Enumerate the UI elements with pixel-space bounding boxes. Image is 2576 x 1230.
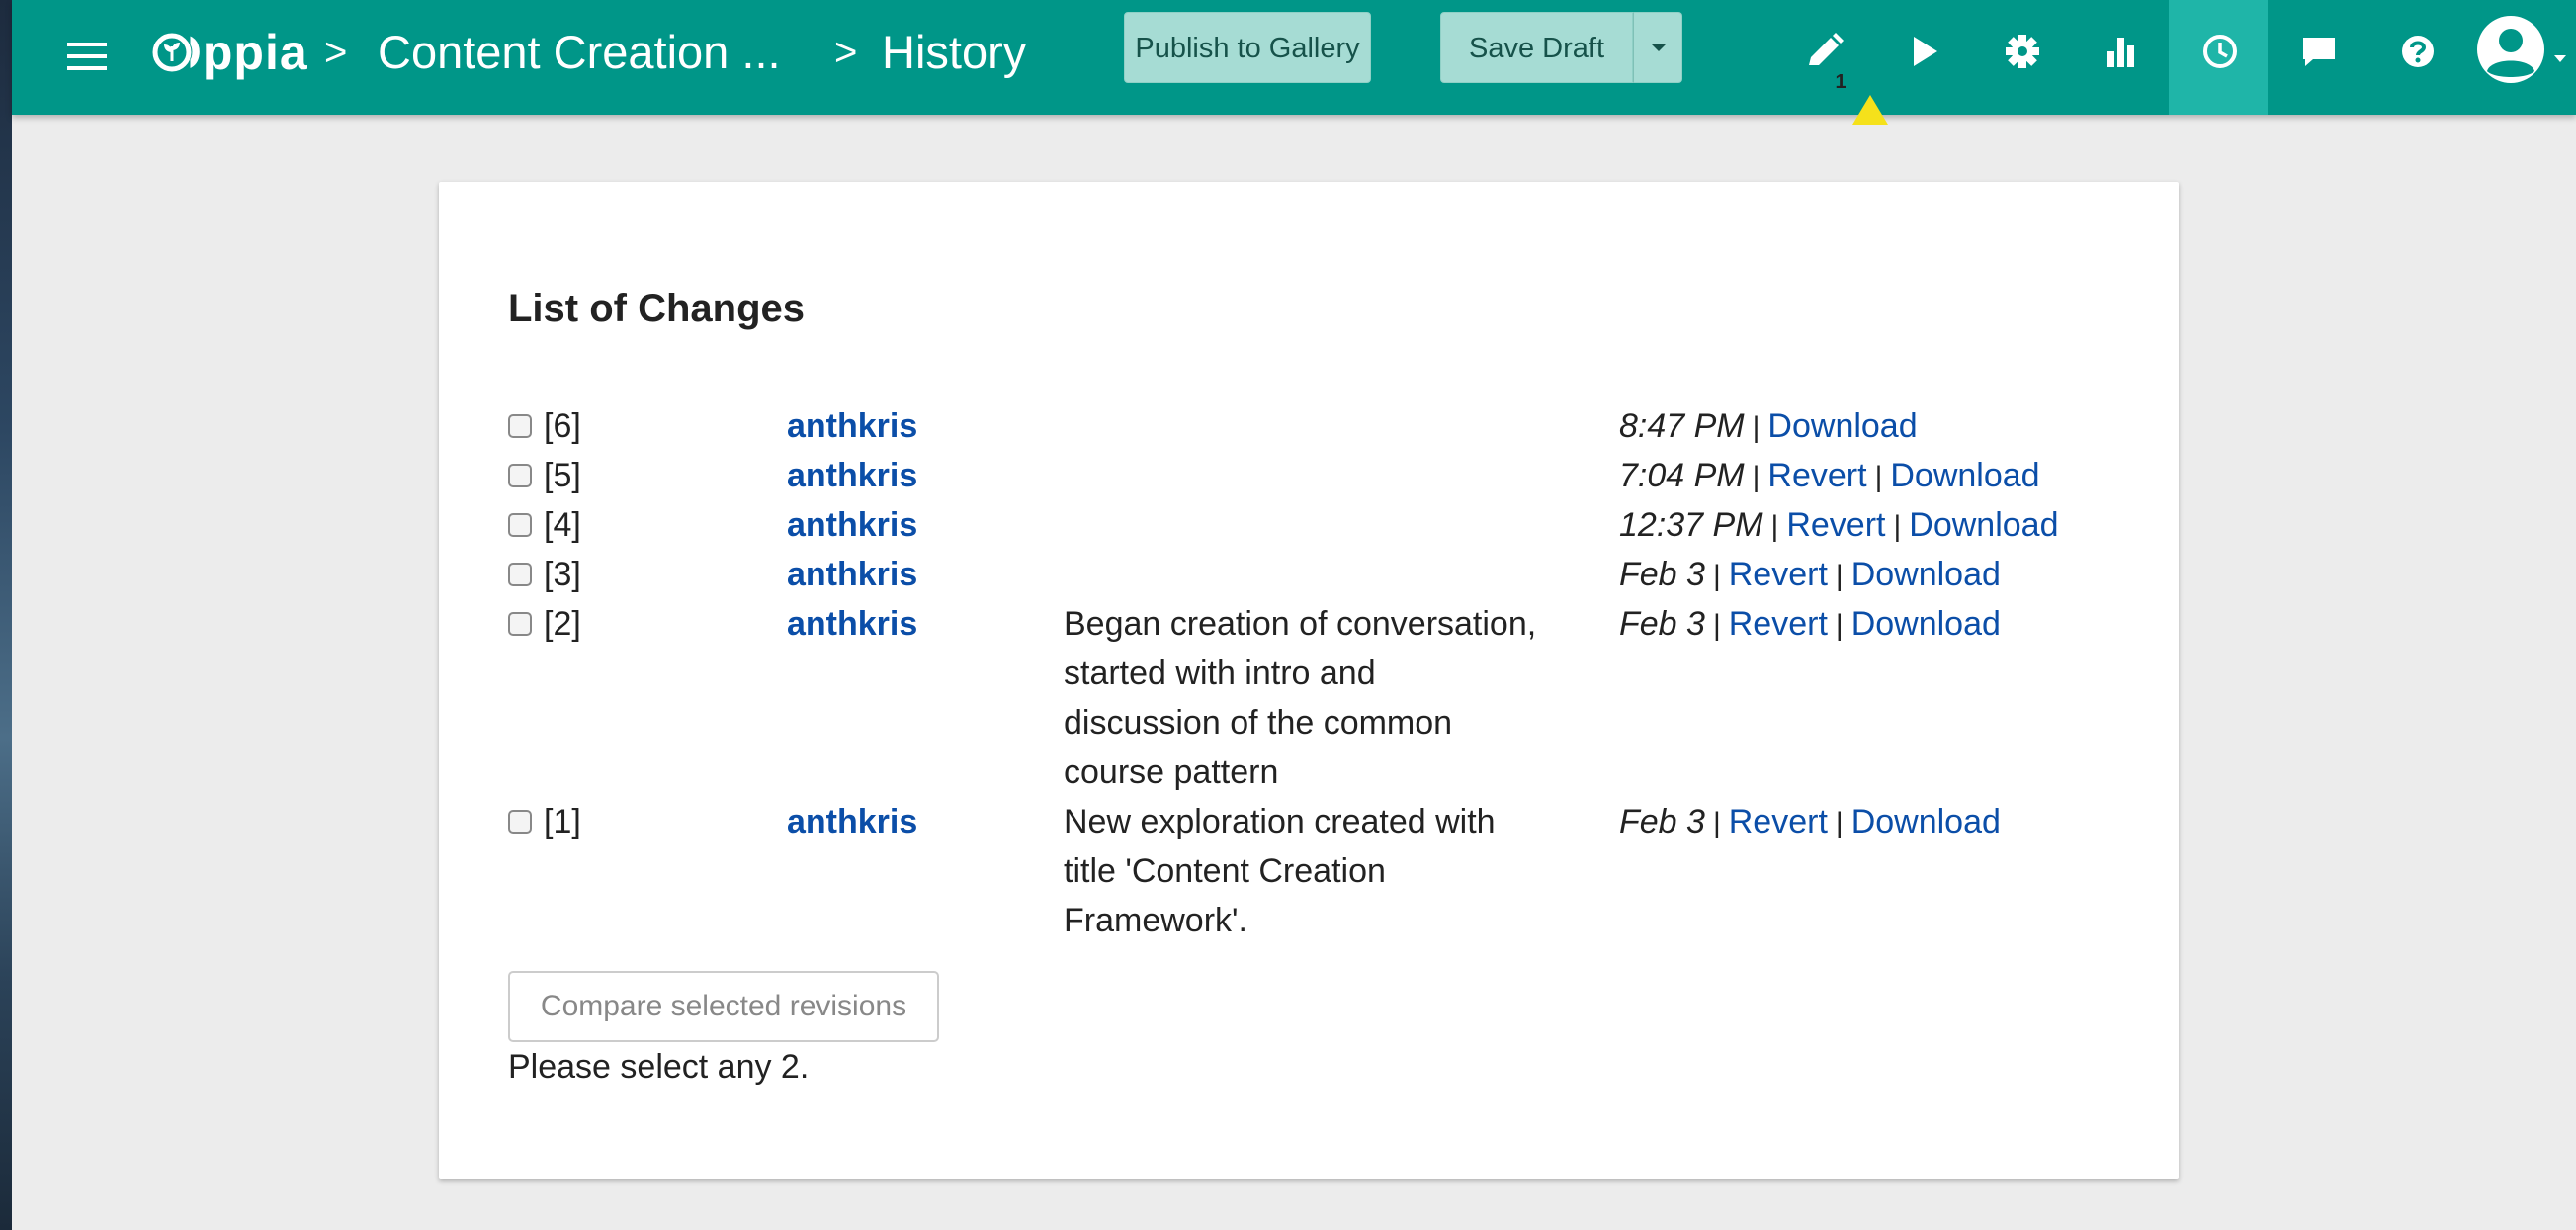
history-card: List of Changes [6] anthkris 8:47 PM | Downl… (439, 182, 2179, 1179)
nav-settings-tab[interactable] (1971, 0, 2070, 115)
gear-icon (2006, 35, 2039, 68)
link-separator: | (1893, 510, 1902, 543)
link-separator: | (1712, 609, 1721, 642)
link-separator: | (1835, 609, 1844, 642)
revert-link[interactable]: Revert (1729, 605, 1828, 643)
revision-date: Feb 3 (1619, 803, 1705, 840)
link-separator: | (1770, 510, 1779, 543)
revision-meta: 12:37 PM | Revert | Download (1619, 500, 2058, 552)
chevron-down-icon (1652, 44, 1666, 51)
download-link[interactable]: Download (1890, 457, 2039, 494)
revision-version: [4] (544, 506, 581, 544)
commit-message-line: started with intro and (1064, 655, 1376, 692)
revision-version: [2] (544, 605, 581, 643)
user-avatar-menu[interactable] (2473, 14, 2572, 103)
revision-date: Feb 3 (1619, 556, 1705, 593)
nav-history-tab[interactable] (2169, 0, 2268, 115)
revision-checkbox[interactable] (508, 612, 532, 636)
download-link[interactable]: Download (1851, 556, 2001, 593)
revision-date: 12:37 PM (1619, 506, 1763, 544)
save-draft-dropdown-toggle[interactable] (1633, 12, 1682, 83)
breadcrumb-current-page: History (882, 26, 1027, 78)
revision-date: 8:47 PM (1619, 407, 1745, 445)
revert-link[interactable]: Revert (1729, 556, 1828, 593)
top-navigation-bar: Oppia > Content Creation ... > History P… (12, 0, 2576, 125)
revision-checkbox[interactable] (508, 563, 532, 586)
breadcrumb-separator: > (324, 31, 348, 74)
play-icon (1914, 37, 1937, 66)
revision-checkbox[interactable] (508, 513, 532, 537)
revision-meta: Feb 3 | Revert | Download (1619, 550, 2001, 601)
revision-version: [5] (544, 457, 581, 494)
revision-author-link[interactable]: anthkris (787, 797, 917, 846)
desktop-background (0, 0, 12, 1230)
revision-checkbox[interactable] (508, 810, 532, 834)
commit-message-line: course pattern (1064, 753, 1279, 791)
revision-commit-message: Began creation of conversation, started w… (1064, 599, 1578, 797)
breadcrumb-exploration-title[interactable]: Content Creation ... (378, 18, 781, 87)
clock-icon (2203, 35, 2237, 68)
commit-message-line: title 'Content Creation (1064, 852, 1386, 890)
commit-message-line: New exploration created with (1064, 803, 1496, 840)
commit-message-line: Began creation of conversation, (1064, 605, 1537, 643)
compare-selected-revisions-button[interactable]: Compare selected revisions (508, 971, 939, 1042)
breadcrumb-separator: > (834, 31, 858, 74)
commit-message-line: Framework'. (1064, 902, 1247, 939)
download-link[interactable]: Download (1851, 605, 2001, 643)
save-draft-button[interactable]: Save Draft (1440, 12, 1633, 83)
revision-meta: Feb 3 | Revert | Download (1619, 599, 2001, 651)
nav-preview-tab[interactable] (1872, 0, 1971, 115)
link-separator: | (1835, 560, 1844, 592)
revision-meta: Feb 3 | Revert | Download (1619, 797, 2001, 848)
link-separator: | (1712, 560, 1721, 592)
link-separator: | (1874, 461, 1883, 493)
revision-date: Feb 3 (1619, 605, 1705, 643)
hamburger-menu-icon[interactable] (65, 34, 111, 79)
revision-checkbox[interactable] (508, 414, 532, 438)
revision-version: [3] (544, 556, 581, 593)
warning-badge: 1 (1821, 63, 1888, 125)
nav-editor-tab[interactable]: 1 (1773, 0, 1888, 125)
revision-meta: 8:47 PM | Download (1619, 401, 1918, 453)
link-separator: | (1835, 807, 1844, 839)
revision-author-link[interactable]: anthkris (787, 550, 917, 599)
chat-icon (2303, 38, 2335, 66)
revision-version: [1] (544, 803, 581, 840)
revision-version: [6] (544, 407, 581, 445)
revert-link[interactable]: Revert (1729, 803, 1828, 840)
revision-checkbox[interactable] (508, 464, 532, 487)
revision-author-link[interactable]: anthkris (787, 451, 917, 500)
nav-help-tab[interactable] (2366, 0, 2465, 115)
help-icon (2402, 36, 2434, 67)
commit-message-line: discussion of the common (1064, 704, 1453, 742)
nav-statistics-tab[interactable] (2070, 0, 2169, 115)
oppia-logo[interactable]: Oppia (150, 18, 308, 87)
bar-chart-icon (2107, 38, 2134, 67)
download-link[interactable]: Download (1851, 803, 2001, 840)
download-link[interactable]: Download (1909, 506, 2058, 544)
nav-feedback-tab[interactable] (2268, 0, 2366, 115)
revision-commit-message: New exploration created with title 'Conte… (1064, 797, 1578, 945)
link-separator: | (1712, 807, 1721, 839)
link-separator: | (1752, 411, 1760, 444)
revision-author-link[interactable]: anthkris (787, 500, 917, 550)
revision-date: 7:04 PM (1619, 457, 1745, 494)
revert-link[interactable]: Revert (1767, 457, 1866, 494)
avatar-icon (2477, 16, 2566, 83)
revision-author-link[interactable]: anthkris (787, 401, 917, 451)
revision-meta: 7:04 PM | Revert | Download (1619, 451, 2040, 502)
download-link[interactable]: Download (1767, 407, 1917, 445)
revision-author-link[interactable]: anthkris (787, 599, 917, 649)
list-of-changes-heading: List of Changes (508, 287, 806, 330)
oppia-logo-icon (152, 33, 192, 72)
publish-to-gallery-button[interactable]: Publish to Gallery (1124, 12, 1371, 83)
warning-count: 1 (1835, 71, 1846, 93)
revert-link[interactable]: Revert (1786, 506, 1885, 544)
link-separator: | (1752, 461, 1760, 493)
compare-hint: Please select any 2. (508, 1048, 810, 1086)
